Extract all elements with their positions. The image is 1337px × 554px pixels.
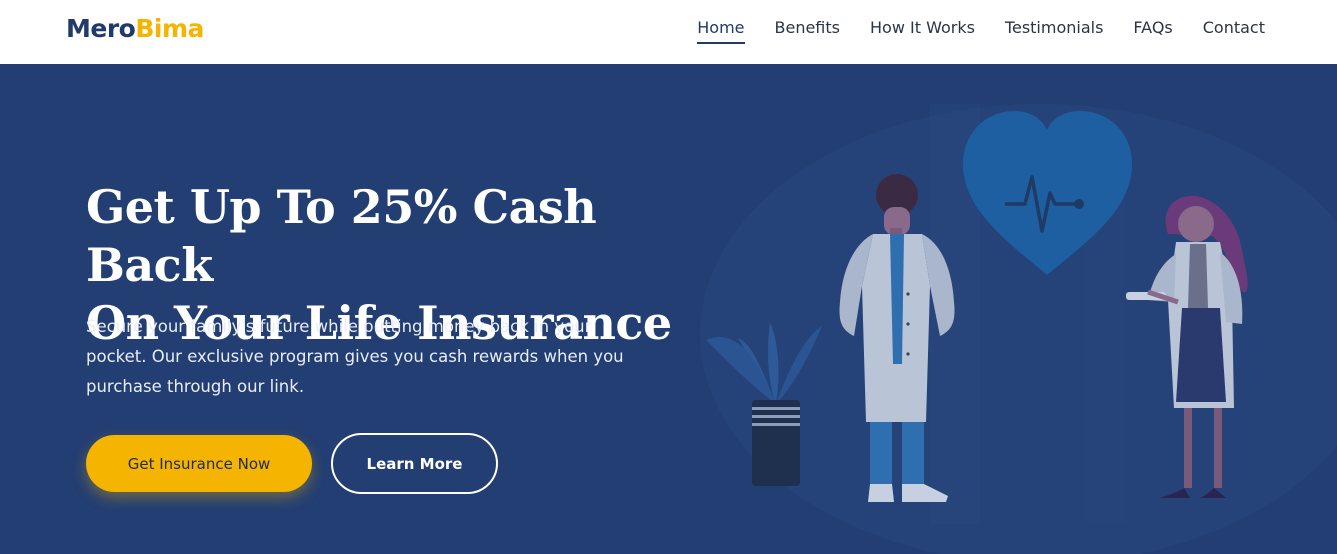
hero-title-line1: Get Up To 25% Cash Back <box>86 180 597 292</box>
nav-item-faqs[interactable]: FAQs <box>1133 18 1172 44</box>
brand-name-part2: Bima <box>135 14 204 43</box>
brand-logo[interactable]: MeroBima <box>66 14 204 43</box>
nav-item-how-it-works[interactable]: How It Works <box>870 18 975 44</box>
brand-name-part1: Mero <box>66 14 136 43</box>
nav-item-home[interactable]: Home <box>697 18 745 44</box>
navbar: MeroBima Home Benefits How It Works Test… <box>0 0 1337 64</box>
hero-description: Secure your family's future while puttin… <box>86 317 624 396</box>
get-insurance-button[interactable]: Get Insurance Now <box>86 435 312 492</box>
learn-more-button[interactable]: Learn More <box>331 433 498 494</box>
nav-item-benefits[interactable]: Benefits <box>775 18 841 44</box>
nav-item-testimonials[interactable]: Testimonials <box>1005 18 1104 44</box>
hero-section: Get Up To 25% Cash Back On Your Life Ins… <box>0 64 1337 554</box>
nav-item-contact[interactable]: Contact <box>1203 18 1265 44</box>
doctors-illustration <box>700 104 1337 554</box>
main-nav: Home Benefits How It Works Testimonials … <box>697 18 1265 44</box>
